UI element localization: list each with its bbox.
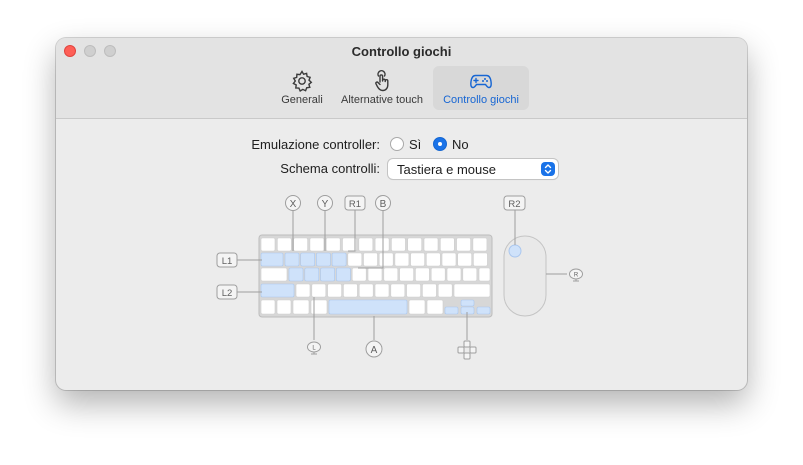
keyboard-key (441, 252, 457, 267)
keyboard-key (288, 267, 304, 282)
keyboard-key (260, 237, 276, 252)
keyboard-key (327, 283, 342, 298)
keyboard-key (423, 237, 439, 252)
keyboard-key (351, 267, 367, 282)
keyboard-key (309, 237, 325, 252)
left-thumbstick-icon: L (307, 341, 321, 355)
keyboard-key (260, 267, 288, 282)
button-l2-label: L2 (222, 288, 233, 299)
keyboard-key (325, 237, 341, 252)
keyboard-key (439, 237, 455, 252)
keyboard-key (415, 267, 430, 282)
keyboard-key (342, 237, 357, 252)
keyboard-key (284, 252, 300, 267)
keyboard-key (295, 283, 311, 298)
keyboard-key (320, 267, 335, 282)
keyboard-key (476, 306, 491, 315)
keyboard-key (260, 299, 276, 315)
keyboard-key (394, 252, 410, 267)
keyboard-key (426, 299, 444, 315)
controller-mapping-diagram: X Y B A R1 R2 L1 L2 L R (216, 195, 583, 360)
keyboard-key (358, 283, 374, 298)
dpad-icon (457, 340, 477, 360)
keyboard-key (300, 252, 315, 267)
keyboard-key (408, 299, 426, 315)
keyboard-key (374, 237, 390, 252)
button-a-label: A (371, 345, 378, 356)
mouse-left-button-highlight (508, 244, 522, 258)
keyboard-key (311, 283, 327, 298)
keyboard-key (410, 252, 425, 267)
keyboard-key (473, 252, 488, 267)
keyboard-key (457, 252, 473, 267)
keyboard-key (478, 267, 491, 282)
keyboard-key (406, 283, 421, 298)
keyboard-key (310, 299, 328, 315)
keyboard-key (446, 267, 462, 282)
keyboard-key (453, 283, 491, 298)
button-y-label: Y (322, 199, 329, 210)
keyboard-key (260, 283, 295, 298)
keyboard-key (391, 237, 406, 252)
right-thumbstick-icon: R (569, 268, 583, 282)
keyboard-key (399, 267, 414, 282)
button-l1-label: L1 (222, 256, 233, 267)
keyboard-key (425, 252, 441, 267)
keyboard-key (383, 267, 399, 282)
keyboard-key (363, 252, 378, 267)
keyboard-key (437, 283, 453, 298)
keyboard-key (456, 237, 471, 252)
keyboard-key (378, 252, 394, 267)
keyboard-key (472, 237, 488, 252)
keyboard-key (277, 237, 292, 252)
keyboard-key (430, 267, 446, 282)
button-x-label: X (290, 199, 297, 210)
keyboard-key (343, 283, 358, 298)
keyboard-key (444, 306, 459, 315)
keyboard-key (260, 252, 284, 267)
keyboard-key (336, 267, 351, 282)
keyboard-key (422, 283, 437, 298)
button-r1-label: R1 (349, 199, 361, 210)
keyboard-key (293, 237, 308, 252)
button-b-label: B (380, 199, 387, 210)
keyboard-key (316, 252, 331, 267)
keyboard-key (462, 267, 478, 282)
keyboard-key (304, 267, 320, 282)
keyboard-key (390, 283, 406, 298)
keyboard-key (292, 299, 310, 315)
button-r2-label: R2 (508, 199, 520, 210)
keyboard-key (347, 252, 363, 267)
keyboard-key (407, 237, 423, 252)
keyboard-key (331, 252, 347, 267)
keyboard-key (374, 283, 390, 298)
game-controls-window: Controllo giochi Generali Alternative to… (56, 38, 747, 390)
right-stick-label: R (574, 273, 579, 279)
keyboard-key (367, 267, 383, 282)
keyboard-key (358, 237, 374, 252)
keyboard-key (460, 299, 475, 307)
keyboard-key (276, 299, 292, 315)
keyboard-key (328, 299, 408, 315)
